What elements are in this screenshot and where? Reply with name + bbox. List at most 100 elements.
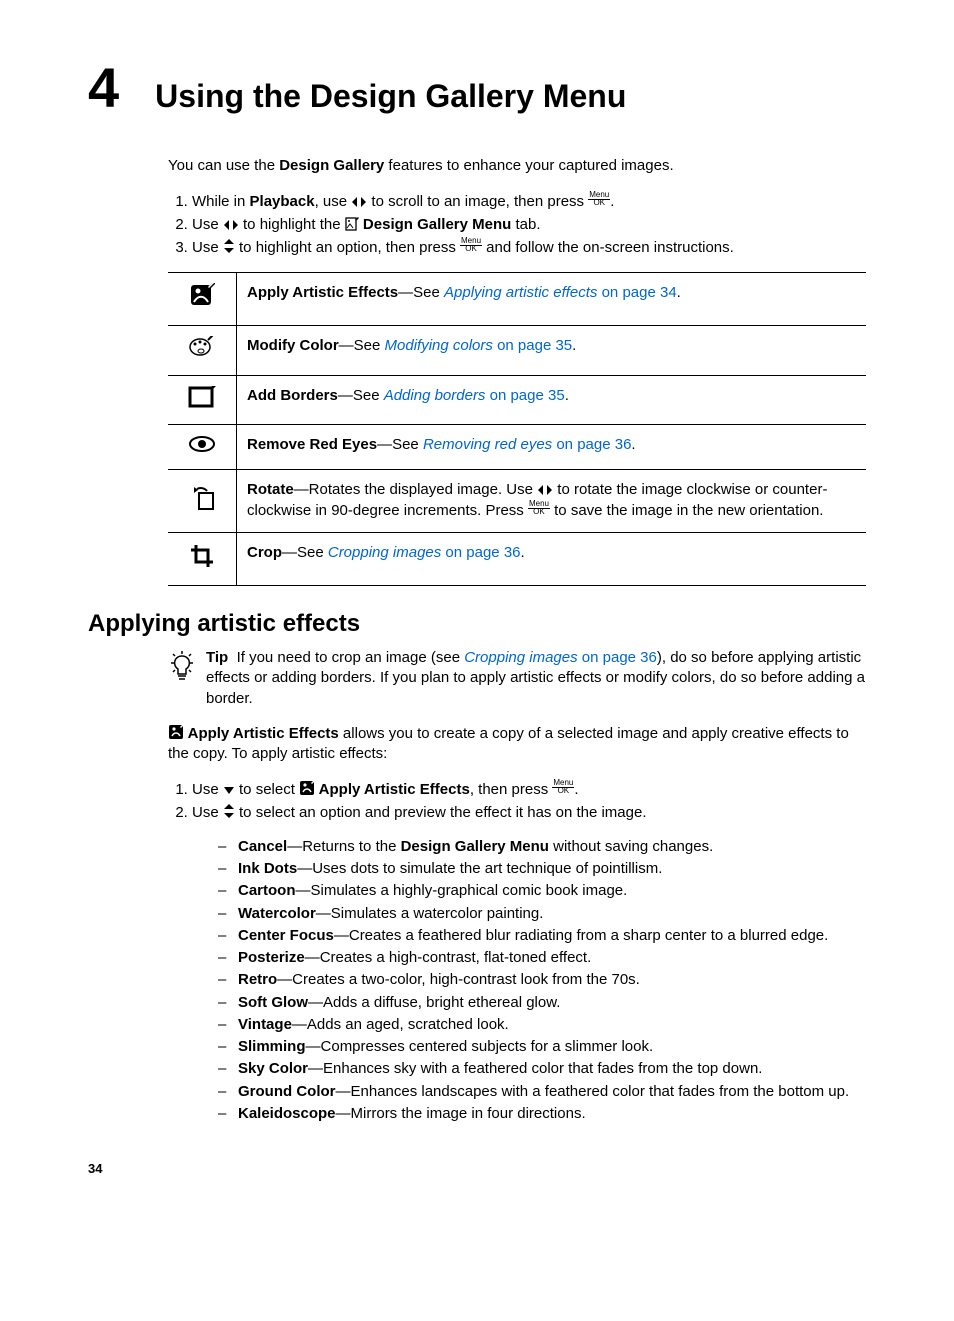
- step: While in Playback, use to scroll to an i…: [192, 191, 866, 212]
- text: —Returns to the: [287, 838, 400, 855]
- text-bold: Apply Artistic Effects: [247, 284, 398, 301]
- add-borders-icon: [168, 375, 237, 424]
- feature-table: Apply Artistic Effects —See Applying arti…: [168, 272, 866, 586]
- link[interactable]: Modifying colors on page 35: [385, 337, 573, 354]
- effect-name: Posterize: [238, 949, 305, 966]
- table-row: Crop—See Cropping images on page 36.: [237, 532, 867, 585]
- link[interactable]: Cropping images on page 36: [328, 544, 521, 561]
- text: .: [610, 193, 614, 210]
- text: .: [565, 387, 569, 404]
- left-right-icon: [351, 196, 367, 208]
- text: Use: [192, 781, 223, 798]
- step: Use to select Apply Artistic Effects, th…: [192, 779, 866, 800]
- text: While in: [192, 193, 250, 210]
- text: —Uses dots to simulate the art technique…: [297, 860, 662, 877]
- text: —Simulates a highly-graphical comic book…: [296, 882, 628, 899]
- link-text: on page 36: [578, 649, 657, 666]
- text: —Creates a two-color, high-contrast look…: [277, 971, 640, 988]
- link-text: Cropping images: [328, 544, 441, 561]
- step: Use to select an option and preview the …: [192, 803, 866, 823]
- text: .: [574, 781, 578, 798]
- text-bold: Apply Artistic Effects: [184, 725, 339, 742]
- text: to select an option and preview the effe…: [235, 804, 647, 821]
- chapter-header: 4 Using the Design Gallery Menu: [88, 60, 866, 116]
- link[interactable]: Applying artistic effects on page 34: [444, 284, 677, 301]
- artistic-effects-icon: [168, 724, 184, 740]
- up-down-icon: [223, 803, 235, 819]
- text: and follow the on-screen instructions.: [482, 239, 734, 256]
- text: —Adds an aged, scratched look.: [292, 1016, 509, 1033]
- text: .: [631, 436, 635, 453]
- table-row: Add Borders—See Adding borders on page 3…: [237, 375, 867, 424]
- crop-icon: [168, 532, 237, 585]
- tip-label: Tip: [206, 649, 228, 666]
- text: —See: [377, 436, 423, 453]
- text: —Compresses centered subjects for a slim…: [306, 1038, 654, 1055]
- text: without saving changes.: [549, 838, 713, 855]
- text: —Mirrors the image in four directions.: [336, 1105, 586, 1122]
- left-right-icon: [223, 219, 239, 231]
- list-item: Cancel—Returns to the Design Gallery Men…: [218, 837, 866, 857]
- list-item: Watercolor—Simulates a watercolor painti…: [218, 904, 866, 924]
- list-item: Sky Color—Enhances sky with a feathered …: [218, 1059, 866, 1079]
- text: —Enhances landscapes with a feathered co…: [336, 1083, 850, 1100]
- list-item: Vintage—Adds an aged, scratched look.: [218, 1015, 866, 1035]
- effect-name: Cancel: [238, 838, 287, 855]
- list-item: Posterize—Creates a high-contrast, flat-…: [218, 948, 866, 968]
- section-heading: Applying artistic effects: [88, 608, 866, 640]
- effect-name: Center Focus: [238, 927, 334, 944]
- artistic-effects-icon: [168, 273, 237, 326]
- up-down-icon: [223, 238, 235, 254]
- text-bold: Design Gallery Menu: [359, 216, 512, 233]
- list-item: Cartoon—Simulates a highly-graphical com…: [218, 881, 866, 901]
- text: —See: [339, 337, 385, 354]
- text-bold: Apply Artistic Effects: [315, 781, 470, 798]
- text: to select: [235, 781, 299, 798]
- text: —Adds a diffuse, bright ethereal glow.: [308, 994, 560, 1011]
- menu-ok-icon: MenuOK: [588, 191, 610, 207]
- chapter-number: 4: [88, 60, 119, 116]
- link[interactable]: Removing red eyes on page 36: [423, 436, 631, 453]
- text: —Creates a high-contrast, flat-toned eff…: [305, 949, 592, 966]
- list-item: Ground Color—Enhances landscapes with a …: [218, 1082, 866, 1102]
- text-bold: Design Gallery: [279, 157, 384, 174]
- apply-steps: Use to select Apply Artistic Effects, th…: [168, 779, 866, 823]
- text: You can use the: [168, 157, 279, 174]
- step: Use to highlight an option, then press M…: [192, 237, 866, 258]
- text-bold: Crop: [247, 544, 282, 561]
- list-item: Soft Glow—Adds a diffuse, bright etherea…: [218, 993, 866, 1013]
- list-item: Center Focus—Creates a feathered blur ra…: [218, 926, 866, 946]
- link[interactable]: Cropping images on page 36: [464, 649, 657, 666]
- effect-name: Kaleidoscope: [238, 1105, 336, 1122]
- menu-ok-icon: MenuOK: [552, 779, 574, 795]
- text: —Simulates a watercolor painting.: [316, 905, 544, 922]
- effect-name: Soft Glow: [238, 994, 308, 1011]
- intro-paragraph: You can use the Design Gallery features …: [168, 156, 866, 176]
- link[interactable]: Adding borders on page 35: [384, 387, 565, 404]
- text: to scroll to an image, then press: [367, 193, 588, 210]
- link-text: Cropping images: [464, 649, 577, 666]
- text: —See: [338, 387, 384, 404]
- list-item: Slimming—Compresses centered subjects fo…: [218, 1037, 866, 1057]
- text: —Rotates the displayed image. Use: [294, 481, 537, 498]
- artistic-effects-icon: [299, 780, 315, 796]
- link-text: on page 36: [552, 436, 631, 453]
- link-text: on page 35: [493, 337, 572, 354]
- text-bold: Playback: [250, 193, 315, 210]
- text: If you need to crop an image (see: [237, 649, 465, 666]
- table-row: Apply Artistic Effects—See Applying arti…: [237, 273, 867, 326]
- text-bold: Add Borders: [247, 387, 338, 404]
- link-text: Removing red eyes: [423, 436, 552, 453]
- modify-color-icon: [168, 326, 237, 375]
- left-right-icon: [537, 484, 553, 496]
- link-text: Adding borders: [384, 387, 486, 404]
- menu-ok-icon: MenuOK: [528, 500, 550, 516]
- step: Use to highlight the Design Gallery Menu…: [192, 215, 866, 235]
- tip-text: Tip If you need to crop an image (see Cr…: [206, 648, 866, 709]
- effect-name: Watercolor: [238, 905, 316, 922]
- text: Use: [192, 239, 223, 256]
- effect-name: Cartoon: [238, 882, 296, 899]
- text: features to enhance your captured images…: [384, 157, 673, 174]
- effect-name: Slimming: [238, 1038, 306, 1055]
- text: —See: [282, 544, 328, 561]
